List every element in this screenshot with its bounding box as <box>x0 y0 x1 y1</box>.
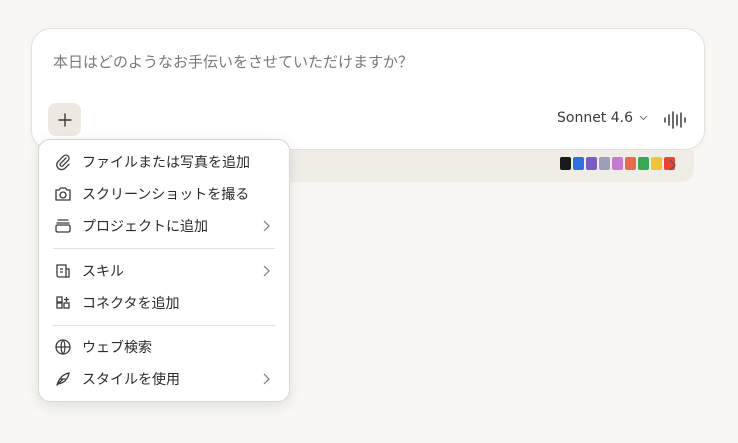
menu-item-use-style[interactable]: スタイルを使用 <box>47 364 281 394</box>
feather-icon <box>53 369 73 389</box>
model-label: Sonnet 4.6 <box>557 110 634 126</box>
menu-item-label: ウェブ検索 <box>82 340 152 356</box>
chat-composer: 本日はどのようなお手伝いをさせていただけますか？ Sonnet 4.6 <box>31 28 705 150</box>
skill-icon <box>53 261 73 281</box>
menu-divider <box>53 248 275 249</box>
menu-item-label: スクリーンショットを撮る <box>82 187 250 203</box>
menu-item-add-connector[interactable]: コネクタを追加 <box>47 288 281 318</box>
model-selector[interactable]: Sonnet 4.6 <box>557 110 648 126</box>
globe-icon <box>53 337 73 357</box>
menu-item-add-to-project[interactable]: プロジェクトに追加 <box>47 211 281 241</box>
menu-item-add-file[interactable]: ファイルまたは写真を追加 <box>47 147 281 177</box>
menu-item-screenshot[interactable]: スクリーンショットを撮る <box>47 179 281 209</box>
connector-icons[interactable] <box>560 157 675 170</box>
connector-app-icon <box>638 157 649 170</box>
connector-app-icon <box>573 157 584 170</box>
connector-app-icon <box>651 157 662 170</box>
chevron-down-icon <box>639 115 648 121</box>
menu-item-label: スキル <box>82 264 124 280</box>
connector-app-icon <box>560 157 571 170</box>
connector-app-icon <box>612 157 623 170</box>
chevron-right-icon <box>263 220 270 232</box>
plus-icon <box>57 112 72 127</box>
menu-item-label: ファイルまたは写真を追加 <box>82 155 250 171</box>
message-input[interactable]: 本日はどのようなお手伝いをさせていただけますか？ <box>53 51 413 72</box>
connector-app-icon <box>625 157 636 170</box>
menu-item-skills[interactable]: スキル <box>47 256 281 286</box>
connector-icon <box>53 293 73 313</box>
project-icon <box>53 216 73 236</box>
menu-item-label: スタイルを使用 <box>82 372 180 388</box>
connector-app-icon <box>599 157 610 170</box>
menu-item-web-search[interactable]: ウェブ検索 <box>47 332 281 362</box>
add-content-button[interactable] <box>48 103 81 136</box>
voice-mode-button[interactable] <box>662 107 688 133</box>
attach-menu: ファイルまたは写真を追加 スクリーンショットを撮る プロジェクトに追加 スキル … <box>38 139 290 402</box>
connector-app-icon <box>586 157 597 170</box>
camera-icon <box>53 184 73 204</box>
paperclip-icon <box>53 152 73 172</box>
menu-item-label: プロジェクトに追加 <box>82 219 208 235</box>
chevron-right-icon <box>263 373 270 385</box>
chevron-right-icon[interactable] <box>666 158 678 172</box>
waveform-icon <box>664 111 686 129</box>
menu-divider <box>53 325 275 326</box>
menu-item-label: コネクタを追加 <box>82 296 180 312</box>
chevron-right-icon <box>263 265 270 277</box>
